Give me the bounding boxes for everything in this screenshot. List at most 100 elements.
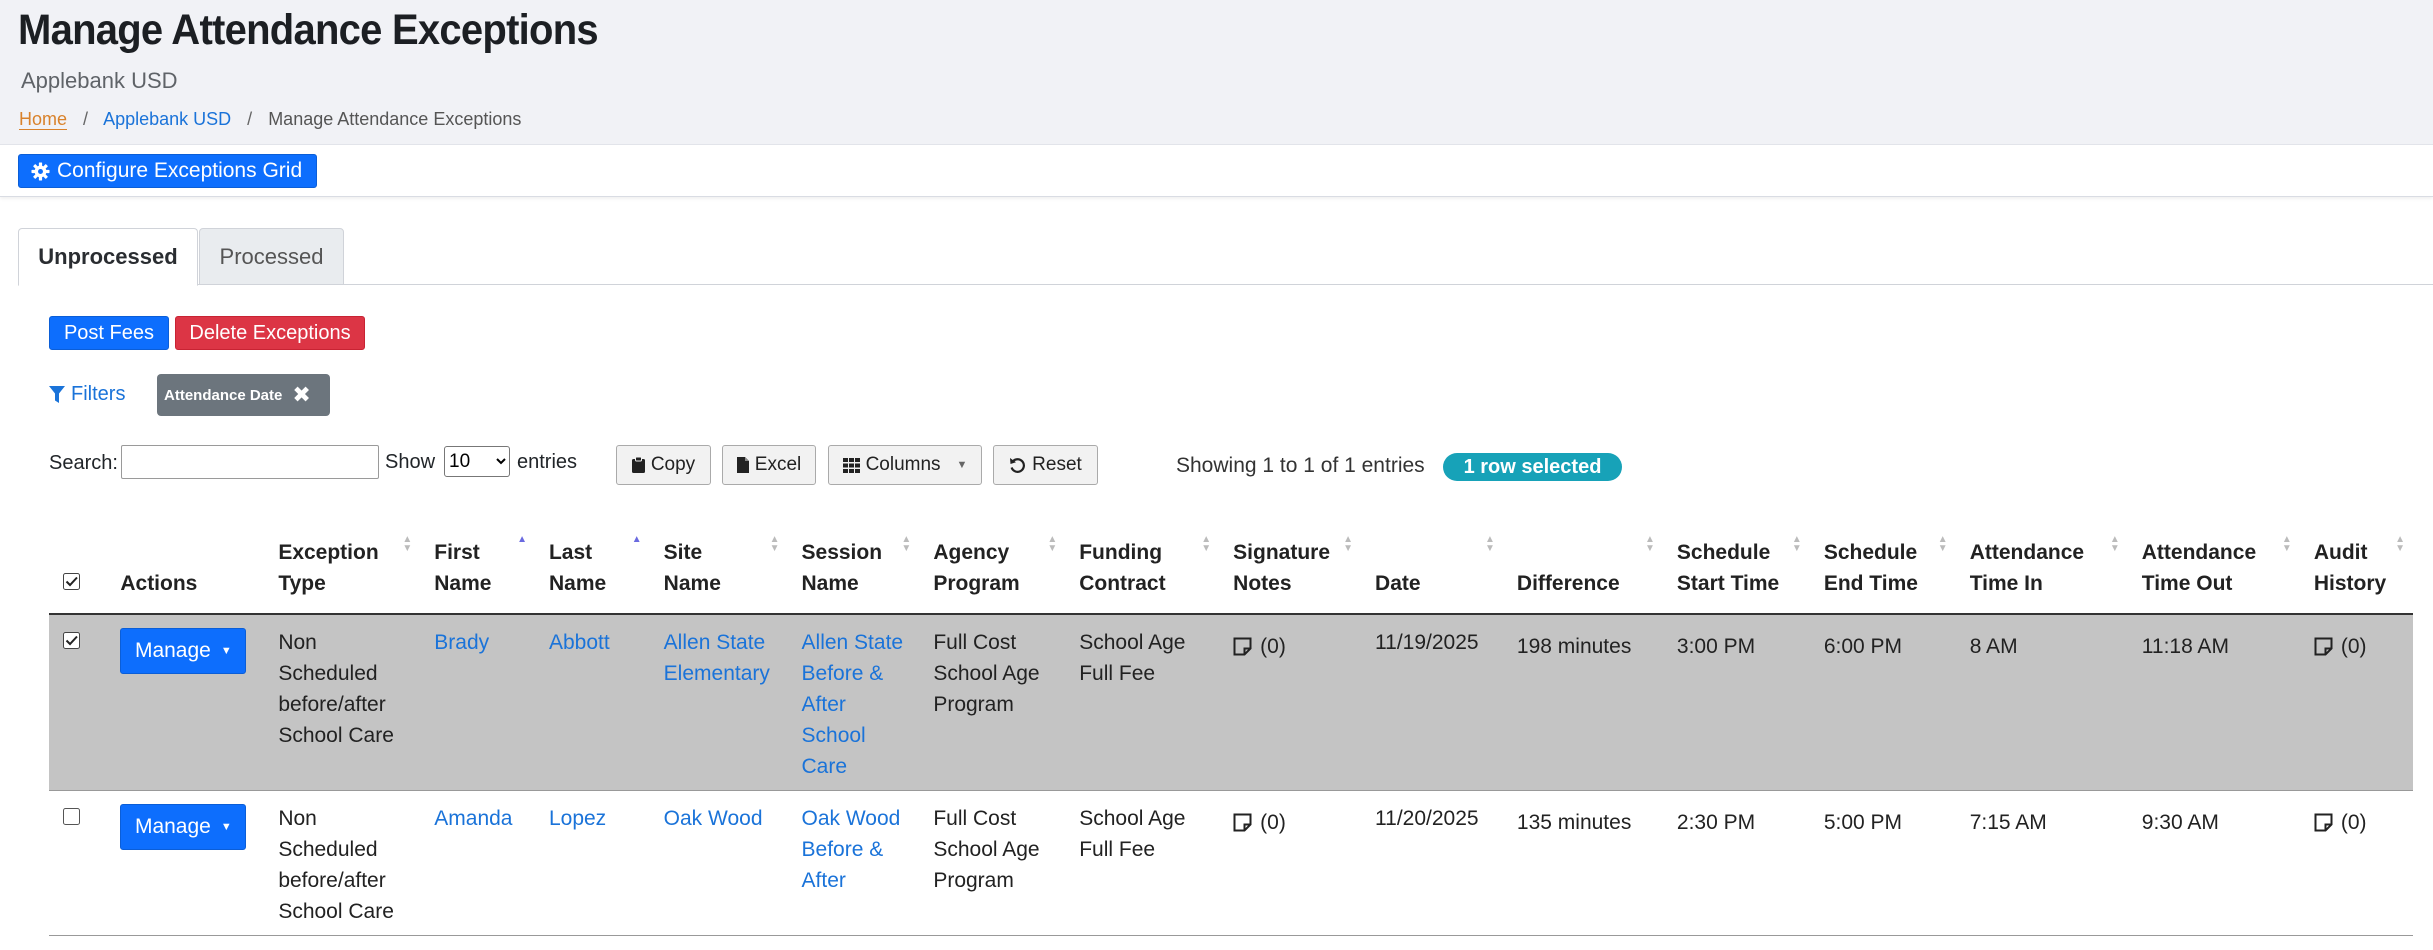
show-label: Show (385, 451, 436, 473)
columns-button[interactable]: Columns ▼ (828, 445, 982, 485)
tab-processed[interactable]: Processed (199, 228, 344, 285)
breadcrumb-district-link[interactable]: Applebank USD (103, 109, 231, 129)
first-name-cell: Amanda (420, 790, 535, 936)
breadcrumb: Home / Applebank USD / Manage Attendance… (19, 109, 521, 130)
copy-label: Copy (650, 454, 696, 475)
audit-history-count: (0) (2340, 635, 2367, 658)
site-name-cell: Allen State Elementary (649, 614, 788, 791)
sort-icon: ▲ ▼ (402, 534, 413, 554)
sticky-note-icon (1233, 637, 1252, 656)
rows-selected-badge: 1 row selected (1443, 453, 1622, 481)
manage-label: Manage (134, 815, 211, 838)
caret-down-icon: ▼ (220, 645, 232, 657)
site-name-link[interactable]: Allen State Elementary (664, 631, 770, 685)
sort-icon: ▲ ▼ (1343, 534, 1354, 554)
column-header-schedule-end-time[interactable]: Schedule End Time ▲ ▼ (1809, 500, 1956, 615)
session-name-link[interactable]: Oak Wood Before & After (802, 807, 901, 892)
sort-icon: ▲ ▼ (2281, 534, 2292, 554)
filters-toggle[interactable]: Filters (49, 383, 125, 406)
manage-dropdown-button[interactable]: Manage ▼ (120, 804, 247, 850)
first-name-link[interactable]: Brady (434, 631, 489, 654)
table-info: Showing 1 to 1 of 1 entries (1176, 454, 1425, 477)
table-header-row: Actions Exception Type▲▼ First Name▲▼ La… (49, 500, 2413, 615)
tab-unprocessed[interactable]: Unprocessed (18, 228, 198, 286)
sort-ascending-icon: ▲▼ (631, 534, 642, 545)
page-subtitle: Applebank USD (21, 68, 178, 93)
gear-icon (31, 161, 50, 181)
filters-label: Filters (71, 383, 126, 405)
filter-chip-attendance-date: Attendance Date ✖ (157, 374, 330, 416)
breadcrumb-home-link[interactable]: Home (19, 109, 68, 130)
copy-button[interactable]: Copy (616, 445, 711, 485)
column-header-funding-contract[interactable]: Funding Contract ▲ ▼ (1065, 500, 1220, 615)
toolbar-band (0, 145, 2433, 197)
column-header-site-name[interactable]: Site Name ▲ ▼ (649, 500, 788, 615)
column-header-difference[interactable]: Difference ▲ ▼ (1502, 500, 1663, 615)
schedule-start-cell: 3:00 PM (1662, 614, 1810, 791)
row-checkbox[interactable] (63, 632, 80, 649)
funding-contract-cell: School Age Full Fee (1065, 614, 1220, 791)
session-name-link[interactable]: Allen State Before & After School Care (802, 631, 904, 778)
signature-notes-cell: (0) (1219, 790, 1362, 936)
signature-notes-link[interactable]: (0) (1233, 631, 1286, 662)
table-row[interactable]: Manage ▼ Non Scheduled before/after Schoo… (49, 790, 2413, 936)
column-header-first-name[interactable]: First Name▲▼ (420, 500, 535, 615)
remove-filter-icon[interactable]: ✖ (292, 384, 310, 406)
filter-icon (49, 385, 65, 403)
grid-icon (842, 457, 860, 473)
last-name-link[interactable]: Lopez (549, 807, 606, 830)
breadcrumb-separator: / (83, 109, 89, 129)
column-header-schedule-start-time[interactable]: Schedule Start Time ▲ ▼ (1662, 500, 1810, 615)
row-select-cell (49, 614, 107, 791)
column-header-signature-notes[interactable]: Signature Notes ▲ ▼ (1219, 500, 1362, 615)
sort-icon: ▲ ▼ (901, 534, 912, 554)
page-size-select[interactable]: 10 (444, 446, 510, 477)
column-header-last-name[interactable]: Last Name▲▼ (534, 500, 650, 615)
caret-down-icon: ▼ (956, 459, 968, 471)
manage-label: Manage (134, 639, 211, 662)
audit-history-link[interactable]: (0) (2314, 807, 2367, 838)
search-input[interactable] (121, 445, 379, 479)
configure-exceptions-grid-button[interactable]: Configure Exceptions Grid (18, 154, 318, 188)
column-header-session-name[interactable]: Session Name ▲ ▼ (787, 500, 920, 615)
audit-history-cell: (0) (2299, 614, 2413, 791)
sticky-note-icon (2314, 637, 2333, 656)
sort-icon: ▲ ▼ (769, 534, 780, 554)
reset-button[interactable]: Reset (993, 445, 1098, 485)
clipboard-icon (631, 457, 645, 473)
row-select-cell (49, 790, 107, 936)
signature-notes-cell: (0) (1219, 614, 1362, 791)
signature-notes-count: (0) (1260, 635, 1286, 658)
excel-button[interactable]: Excel (722, 445, 816, 485)
difference-cell: 135 minutes (1502, 790, 1663, 936)
table-row[interactable]: Manage ▼ Non Scheduled before/after Schoo… (49, 614, 2413, 791)
agency-program-cell: Full Cost School Age Program (919, 790, 1066, 936)
sort-icon: ▲ ▼ (2109, 534, 2120, 554)
column-header-exception-type[interactable]: Exception Type ▲ ▼ (264, 500, 421, 615)
column-header-date[interactable]: Date ▲ ▼ (1361, 500, 1503, 615)
sort-icon: ▲ ▼ (1645, 534, 1655, 554)
post-fees-button[interactable]: Post Fees (49, 316, 169, 350)
delete-exceptions-button[interactable]: Delete Exceptions (175, 316, 365, 350)
row-checkbox[interactable] (63, 808, 80, 825)
row-actions-cell: Manage ▼ (106, 790, 265, 936)
tab-bar: Unprocessed Processed (18, 228, 2433, 286)
audit-history-link[interactable]: (0) (2314, 631, 2367, 662)
last-name-link[interactable]: Abbott (549, 631, 610, 654)
manage-dropdown-button[interactable]: Manage ▼ (120, 628, 247, 674)
breadcrumb-current: Manage Attendance Exceptions (268, 109, 522, 129)
site-name-link[interactable]: Oak Wood (664, 807, 763, 830)
signature-notes-link[interactable]: (0) (1233, 807, 1286, 838)
column-header-agency-program[interactable]: Agency Program ▲ ▼ (919, 500, 1066, 615)
filter-chip-label: Attendance Date (164, 386, 283, 404)
column-header-attendance-time-in[interactable]: Attendance Time In ▲ ▼ (1955, 500, 2128, 615)
select-all-checkbox[interactable] (63, 573, 80, 590)
sort-icon: ▲ ▼ (1485, 534, 1495, 554)
sort-icon: ▲ ▼ (1047, 534, 1058, 554)
first-name-link[interactable]: Amanda (434, 807, 512, 830)
column-header-audit-history[interactable]: Audit History ▲ ▼ (2299, 500, 2413, 615)
schedule-end-cell: 5:00 PM (1809, 790, 1956, 936)
column-header-attendance-time-out[interactable]: Attendance Time Out ▲ ▼ (2127, 500, 2300, 615)
page-title: Manage Attendance Exceptions (18, 6, 599, 54)
sort-icon: ▲ ▼ (1937, 534, 1948, 554)
